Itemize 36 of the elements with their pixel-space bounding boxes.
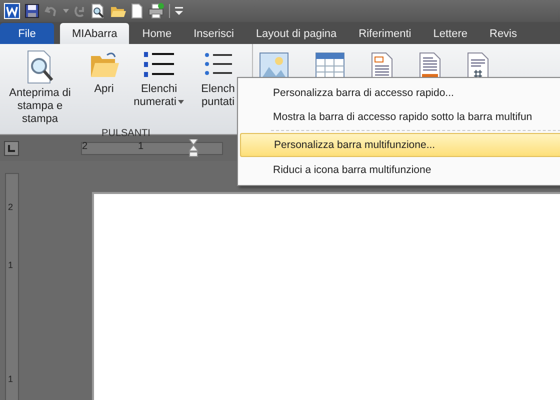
print-preview-icon — [25, 50, 55, 84]
folder-icon — [89, 50, 119, 80]
caret-icon — [178, 100, 184, 104]
document-icon[interactable] — [371, 52, 393, 80]
document-icon[interactable] — [131, 3, 143, 19]
numbered-list-icon — [143, 50, 175, 80]
left-tab-icon — [8, 144, 15, 152]
ribbon-button[interactable]: Anteprima di stampa e stampa — [0, 48, 80, 128]
word-logo-icon[interactable] — [4, 3, 20, 19]
ribbon-tab[interactable]: Layout di pagina — [246, 23, 346, 44]
tab-selector[interactable] — [4, 140, 19, 156]
ribbon-button[interactable]: Elenchi numerati — [128, 48, 190, 128]
ribbon-tab[interactable]: Inserisci — [184, 23, 243, 44]
ribbon-tab[interactable]: MIAbarra — [60, 23, 130, 44]
table-icon[interactable] — [315, 52, 345, 80]
folder-icon[interactable] — [110, 4, 126, 18]
indent-marker-icon[interactable] — [189, 138, 198, 156]
document-icon[interactable] — [419, 52, 441, 80]
print-preview-icon[interactable] — [91, 3, 105, 19]
menu-item[interactable]: Personalizza barra multifunzione... — [240, 133, 560, 157]
ruler-number: 1 — [8, 260, 14, 270]
ruler-number: 1 — [8, 374, 14, 384]
ribbon-tab[interactable]: Home — [133, 23, 181, 44]
ruler-number: 1 — [138, 140, 144, 152]
ruler-number: 2 — [8, 202, 14, 212]
ribbon-button[interactable]: Apri — [80, 48, 128, 128]
menu-item[interactable]: Riduci a icona barra multifunzione — [240, 159, 560, 181]
ribbon-tab[interactable]: Revis — [480, 23, 526, 44]
printer-icon[interactable] — [148, 3, 164, 19]
ruler-number: 2 — [82, 140, 88, 152]
file-tab[interactable]: File — [0, 23, 54, 44]
customize-menu-icon[interactable] — [175, 7, 183, 15]
ribbon-tab[interactable]: Riferimenti — [350, 23, 420, 44]
ribbon-tab[interactable]: Lettere — [424, 23, 476, 44]
document-icon[interactable] — [467, 52, 489, 80]
save-icon[interactable] — [25, 4, 39, 18]
